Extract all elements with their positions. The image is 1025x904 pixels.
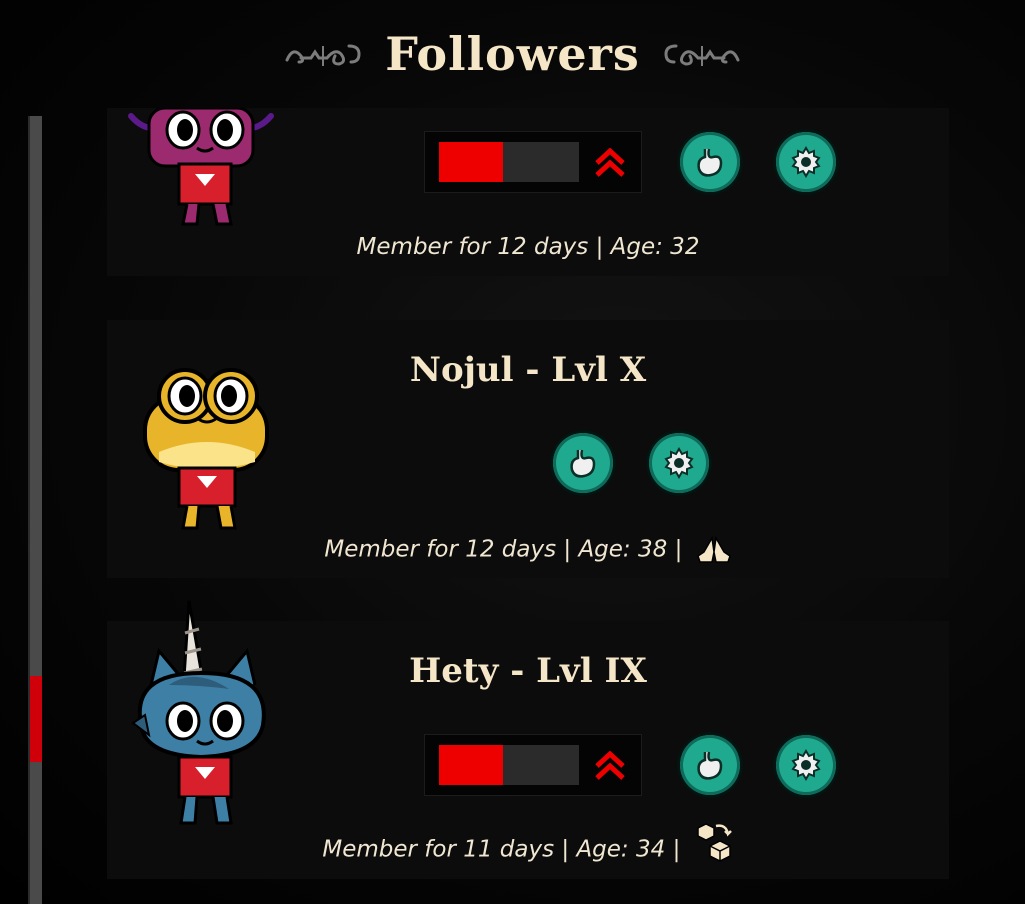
stomach-icon[interactable] — [680, 132, 740, 192]
follower-name: Hety - Lvl IX — [409, 651, 647, 691]
gear-icon[interactable] — [776, 735, 836, 795]
follower-avatar-frog — [143, 368, 269, 530]
gear-icon[interactable] — [776, 132, 836, 192]
followers-screen: Followers Member for 12 days | Age: 32 N… — [0, 0, 1025, 904]
member-duration: Member for 12 days — [324, 536, 557, 563]
right-flourish-icon — [664, 44, 740, 66]
xp-bar — [439, 745, 579, 785]
member-duration: Member for 12 days — [356, 234, 589, 260]
traits-row — [553, 433, 709, 493]
xp-bar-fill — [439, 745, 504, 785]
info-separator: | — [595, 234, 604, 260]
follower-age: Age: 38 — [578, 536, 668, 563]
follower-name: Nojul - Lvl X — [409, 350, 647, 390]
follower-avatar-axolotl — [128, 108, 274, 226]
follower-card[interactable]: Nojul - Lvl X Member for 12 days | Age: … — [107, 320, 949, 578]
info-separator: | — [672, 836, 681, 863]
xp-bar — [439, 142, 579, 182]
xp-row — [424, 734, 836, 796]
info-separator: | — [561, 836, 570, 863]
follower-card[interactable]: Hety - Lvl IX Member for 11 days | Age: … — [107, 600, 949, 879]
follower-avatar-unicorn — [131, 600, 266, 825]
praying-hands-icon — [696, 536, 731, 563]
info-separator: | — [674, 536, 683, 563]
stomach-icon[interactable] — [680, 735, 740, 795]
stomach-icon[interactable] — [553, 433, 613, 493]
xp-panel — [424, 734, 642, 796]
title-bar: Followers — [0, 0, 1025, 108]
xp-bar-fill — [439, 142, 504, 182]
xp-panel — [424, 131, 642, 193]
scrollbar-thumb[interactable] — [30, 676, 42, 762]
level-up-chevron-icon[interactable] — [593, 748, 627, 782]
follower-age: Age: 34 — [576, 836, 666, 863]
xp-row — [424, 131, 836, 193]
left-flourish-icon — [285, 44, 361, 66]
box-transfer-icon — [696, 823, 732, 862]
follower-age: Age: 32 — [610, 234, 700, 260]
info-separator: | — [563, 536, 572, 563]
follower-info: Member for 11 days | Age: 34 | — [107, 823, 949, 864]
member-duration: Member for 11 days — [322, 836, 555, 863]
scrollbar[interactable] — [28, 116, 42, 904]
page-title: Followers — [385, 27, 640, 81]
follower-card[interactable]: Member for 12 days | Age: 32 — [107, 108, 949, 276]
level-up-chevron-icon[interactable] — [593, 145, 627, 179]
gear-icon[interactable] — [649, 433, 709, 493]
follower-info: Member for 12 days | Age: 32 — [107, 234, 949, 260]
follower-info: Member for 12 days | Age: 38 | — [107, 536, 949, 564]
